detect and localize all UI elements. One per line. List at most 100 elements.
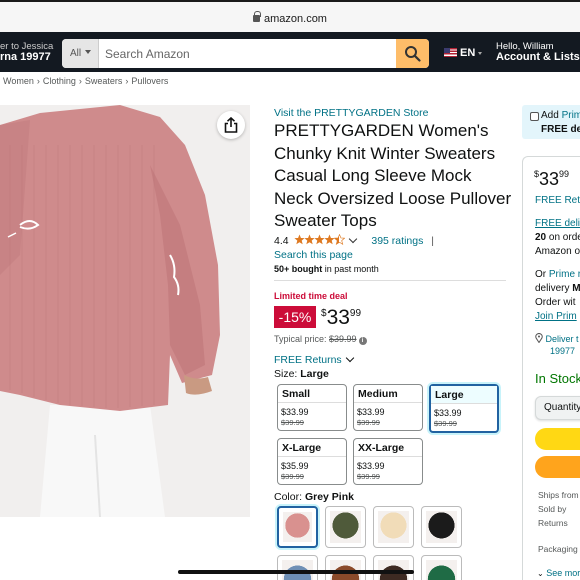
size-price: $35.99	[281, 461, 309, 471]
home-indicator[interactable]	[178, 570, 414, 574]
size-old-price: $39.99	[357, 472, 380, 481]
breadcrumb-item[interactable]: Pullovers	[131, 76, 168, 86]
bought-in-past-month: 50+ bought in past month	[274, 264, 379, 274]
chevron-down-icon[interactable]	[349, 234, 358, 244]
prime-checkbox[interactable]	[530, 112, 539, 121]
deliver-to-location[interactable]: er to Jessica rna 19977	[0, 41, 53, 63]
store-link[interactable]: Visit the PRETTYGARDEN Store	[274, 107, 428, 119]
browser-url-bar[interactable]: amazon.com	[0, 0, 580, 32]
search-category-label: All	[70, 48, 82, 59]
size-price: $33.99	[281, 407, 309, 417]
sold-by-label: Sold by	[538, 504, 567, 514]
size-option-small[interactable]: Small $33.99 $39.99	[277, 384, 347, 431]
size-option-large[interactable]: Large $33.99 $39.99	[429, 384, 499, 433]
site-header: er to Jessica rna 19977 All EN Hello, Wi…	[0, 32, 580, 72]
size-name: Large	[431, 386, 497, 404]
breadcrumb-item[interactable]: Clothing	[43, 76, 76, 86]
color-swatch[interactable]	[373, 506, 414, 548]
status-bar-line	[0, 0, 580, 2]
size-price: $33.99	[357, 461, 385, 471]
breadcrumb-separator: ›	[78, 76, 82, 86]
lock-icon	[253, 11, 261, 22]
color-swatch[interactable]	[373, 555, 414, 580]
chevron-down-icon: ⌄	[537, 569, 544, 578]
ships-from-label: Ships from	[538, 490, 579, 500]
search-bar: All	[62, 39, 429, 68]
breadcrumb: Women › Clothing › Sweaters › Pullovers	[3, 76, 168, 86]
ratings-count-link[interactable]: 395 ratings	[371, 235, 423, 247]
in-stock-status: In Stock	[535, 371, 580, 386]
account-lists-label: Account & Lists	[496, 51, 580, 63]
prime-link[interactable]: Prime r	[549, 269, 580, 280]
returns-label: Returns	[538, 518, 568, 528]
account-menu[interactable]: Hello, William Account & Lists	[496, 41, 580, 63]
free-delivery-link[interactable]: FREE deliv	[535, 218, 580, 229]
search-input[interactable]	[100, 39, 395, 68]
breadcrumb-separator: ›	[36, 76, 40, 86]
search-category-select[interactable]: All	[62, 39, 99, 68]
language-selector[interactable]: EN	[444, 47, 483, 59]
buybox-free-returns-link[interactable]: FREE Retu	[535, 195, 580, 206]
search-icon	[405, 46, 421, 62]
size-option-x-large[interactable]: X-Large $35.99 $39.99	[277, 438, 347, 485]
add-prime-label: Add Prim	[541, 110, 580, 121]
divider	[274, 280, 506, 281]
color-swatch[interactable]	[325, 555, 366, 580]
breadcrumb-item[interactable]: Women	[3, 76, 34, 86]
chevron-down-icon	[85, 50, 92, 54]
see-more-link[interactable]: ⌄ See mor	[537, 568, 580, 578]
deliver-to-zip: rna 19977	[0, 51, 51, 63]
add-prime-option[interactable]: Add Prim FREE deli	[522, 105, 580, 139]
swatch-thumbnail	[378, 511, 409, 543]
free-returns-link[interactable]: FREE Returns	[274, 353, 354, 366]
deliver-to-link[interactable]: Deliver t	[535, 333, 579, 344]
add-to-cart-button[interactable]	[535, 428, 580, 450]
product-image[interactable]	[0, 105, 250, 517]
url-display[interactable]: amazon.com	[0, 11, 580, 25]
color-label: Color: Grey Pink	[274, 491, 354, 503]
swatch-thumbnail	[426, 511, 457, 543]
size-name: X-Large	[278, 439, 346, 457]
swatch-thumbnail	[283, 512, 312, 542]
swatch-thumbnail	[330, 511, 361, 543]
size-old-price: $39.99	[281, 418, 304, 427]
join-prime-link[interactable]: Join Prim	[535, 311, 577, 322]
location-pin-icon	[535, 333, 543, 344]
search-this-page-link[interactable]: Search this page	[274, 249, 353, 261]
color-swatch[interactable]	[325, 506, 366, 548]
size-option-medium[interactable]: Medium $33.99 $39.99	[353, 384, 423, 431]
color-swatch-grey-pink[interactable]	[277, 506, 318, 548]
half-star-icon	[333, 233, 345, 245]
size-name: XX-Large	[354, 439, 422, 457]
delivery-date-text: 20 on orde	[535, 232, 580, 243]
breadcrumb-item[interactable]: Sweaters	[85, 76, 123, 86]
size-old-price: $39.99	[281, 472, 304, 481]
rating-separator: |	[431, 235, 434, 247]
buybox-price: $3399	[534, 169, 570, 189]
share-button[interactable]	[217, 111, 245, 139]
fastest-delivery-text: delivery M	[535, 283, 580, 294]
size-name: Small	[278, 385, 346, 403]
size-name: Medium	[354, 385, 422, 403]
order-within-text: Order wit	[535, 297, 576, 308]
discount-badge: -15%	[274, 306, 316, 328]
size-price: $33.99	[357, 407, 385, 417]
color-swatch[interactable]	[277, 555, 318, 580]
breadcrumb-separator: ›	[125, 76, 129, 86]
deliver-to-zip-link[interactable]: 19977	[550, 346, 575, 356]
delivery-condition-text: Amazon o	[535, 246, 580, 257]
color-swatch[interactable]	[421, 506, 462, 548]
rating-stars[interactable]	[293, 233, 345, 248]
quantity-select[interactable]: Quantity	[535, 396, 580, 420]
size-old-price: $39.99	[434, 419, 457, 428]
typical-price: Typical price: $39.99 i	[274, 334, 367, 345]
info-icon[interactable]: i	[358, 337, 367, 345]
search-button[interactable]	[396, 39, 429, 68]
chevron-down-icon	[345, 353, 354, 363]
buy-now-button[interactable]	[535, 456, 580, 478]
color-swatch[interactable]	[421, 555, 462, 580]
sweater-photo	[0, 105, 250, 517]
size-old-price: $39.99	[357, 418, 380, 427]
language-label: EN	[460, 47, 476, 59]
size-option-xx-large[interactable]: XX-Large $33.99 $39.99	[353, 438, 423, 485]
